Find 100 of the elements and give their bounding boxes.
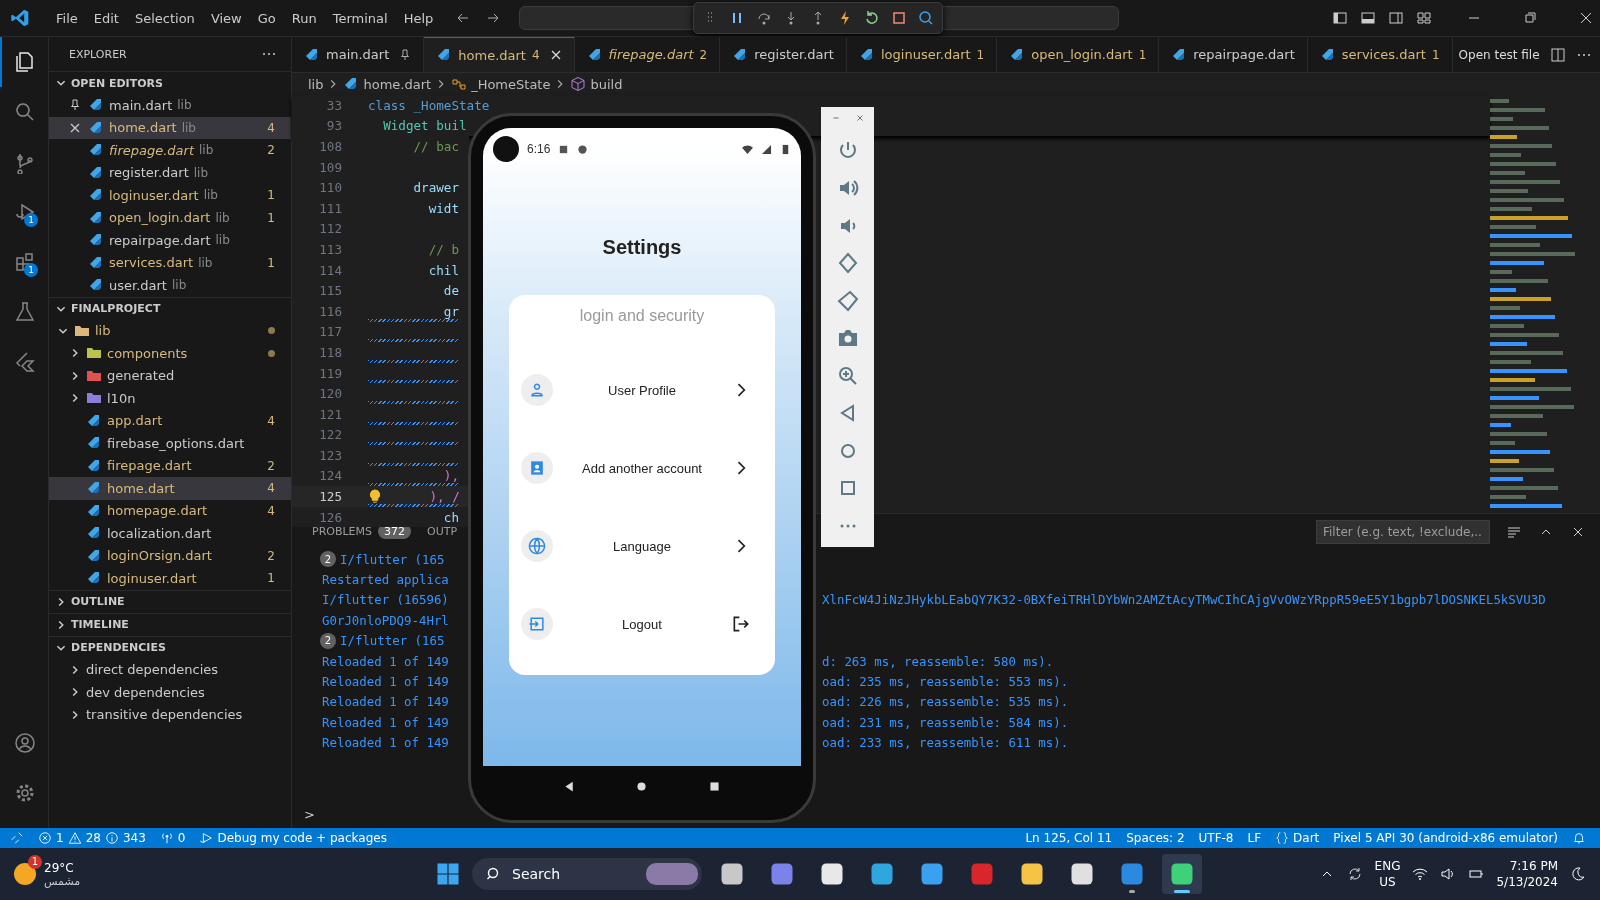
menu-item[interactable]: Terminal bbox=[324, 10, 396, 26]
tree-item[interactable]: direct dependencies bbox=[49, 658, 291, 681]
breadcrumb-item[interactable]: lib bbox=[308, 76, 324, 92]
editor-tab[interactable]: open_login.dart 1 bbox=[997, 37, 1160, 72]
weather-condition[interactable]: مشمس bbox=[44, 874, 81, 888]
editor-tab[interactable]: repairpage.dart bbox=[1159, 37, 1308, 72]
inspect-icon[interactable] bbox=[918, 10, 935, 26]
temperature-text[interactable]: 29°C bbox=[44, 860, 74, 875]
search-field[interactable]: Search bbox=[510, 865, 624, 883]
input-language[interactable]: ENG bbox=[1374, 858, 1401, 874]
console-prompt[interactable]: > bbox=[292, 807, 1600, 828]
status-item[interactable]: LF bbox=[1247, 831, 1262, 845]
editor-tab[interactable]: home.dart 4 bbox=[424, 37, 575, 72]
close-icon[interactable] bbox=[549, 49, 562, 61]
editor-tab[interactable]: services.dart 1 bbox=[1307, 37, 1453, 72]
tree-item[interactable]: l10n bbox=[49, 387, 291, 410]
editor-tab[interactable]: register.dart bbox=[720, 37, 847, 72]
settings-row[interactable]: Add another account bbox=[509, 429, 775, 507]
editor-tab[interactable]: firepage.dart 2 bbox=[574, 37, 721, 72]
menu-item[interactable]: Run bbox=[283, 10, 325, 26]
lightbulb-icon[interactable] bbox=[369, 489, 381, 505]
bell-icon[interactable] bbox=[1572, 831, 1586, 845]
settings-row[interactable]: Language bbox=[509, 507, 775, 585]
layout-split-icon[interactable] bbox=[1388, 10, 1404, 26]
settings-row[interactable]: Logout bbox=[509, 585, 775, 663]
tree-item[interactable]: generated bbox=[49, 364, 291, 387]
menu-item[interactable]: Go bbox=[249, 10, 284, 26]
close-icon[interactable] bbox=[1578, 10, 1594, 26]
open-editor-item[interactable]: register.dart lib bbox=[49, 161, 291, 184]
clock-date[interactable]: 5/13/2024 bbox=[1496, 874, 1558, 890]
editor-tab[interactable]: loginuser.dart 1 bbox=[846, 37, 998, 72]
section-header[interactable]: DEPENDENCIES bbox=[49, 635, 291, 659]
menu-item[interactable]: View bbox=[202, 10, 250, 26]
breadcrumb-item[interactable]: _HomeState bbox=[471, 76, 551, 92]
open-editor-item[interactable]: home.dart lib 4 bbox=[49, 116, 291, 139]
split-editor-icon[interactable] bbox=[1549, 46, 1566, 63]
status-item[interactable]: Ln 125, Col 11 bbox=[1025, 831, 1113, 845]
tree-item[interactable]: lib bbox=[49, 319, 291, 342]
menu-item[interactable]: Edit bbox=[85, 10, 127, 26]
open-editor-item[interactable]: open_login.dart lib 1 bbox=[49, 206, 291, 229]
tree-item[interactable]: home.dart 4 bbox=[49, 477, 291, 500]
tree-item[interactable]: loginuser.dart 1 bbox=[49, 567, 291, 590]
restart-icon[interactable] bbox=[864, 10, 881, 26]
sync-icon[interactable] bbox=[1346, 866, 1363, 882]
open-test-file-link[interactable]: Open test file bbox=[1458, 47, 1540, 62]
back-icon[interactable] bbox=[562, 779, 576, 793]
tree-item[interactable]: dev dependencies bbox=[49, 681, 291, 704]
breadcrumb-item[interactable]: build bbox=[590, 76, 623, 92]
debug-config-label[interactable]: Debug my code + packages bbox=[217, 831, 387, 845]
panel-tab[interactable]: OUTP bbox=[427, 525, 458, 538]
wifi-icon[interactable] bbox=[1412, 866, 1429, 882]
status-item[interactable]: UTF-8 bbox=[1198, 831, 1234, 845]
input-language[interactable]: US bbox=[1379, 874, 1396, 890]
moon-icon[interactable] bbox=[1570, 866, 1586, 882]
panel-tab[interactable]: PROBLEMS 372 bbox=[312, 524, 412, 539]
tree-item[interactable]: app.dart 4 bbox=[49, 409, 291, 432]
section-header[interactable]: OPEN EDITORS bbox=[49, 71, 291, 94]
clock-time[interactable]: 7:16 PM bbox=[1509, 858, 1558, 874]
layout-sidebar-icon[interactable] bbox=[1332, 10, 1348, 26]
language-mode[interactable]: Dart bbox=[1293, 831, 1320, 845]
breadcrumb-item[interactable]: home.dart bbox=[363, 76, 432, 92]
menu-item[interactable]: Selection bbox=[126, 10, 203, 26]
recents-icon[interactable] bbox=[708, 779, 722, 793]
error-count[interactable]: 1 bbox=[56, 831, 64, 845]
section-header[interactable]: TIMELINE bbox=[49, 612, 291, 636]
filter-field[interactable]: Filter (e.g. text, !exclude,... bbox=[1316, 519, 1490, 544]
tree-item[interactable]: components bbox=[49, 342, 291, 365]
home-icon[interactable] bbox=[635, 779, 649, 793]
open-editor-item[interactable]: firepage.dart lib 2 bbox=[49, 139, 291, 162]
tree-item[interactable]: loginOrsign.dart 2 bbox=[49, 544, 291, 567]
open-editor-item[interactable]: user.dart lib bbox=[49, 274, 291, 297]
open-editor-item[interactable]: repairpage.dart lib bbox=[49, 229, 291, 252]
pin-icon[interactable] bbox=[399, 48, 412, 61]
tree-item[interactable]: firebase_options.dart bbox=[49, 432, 291, 455]
stop-icon[interactable] bbox=[891, 10, 908, 26]
activity-button[interactable]: 1 bbox=[0, 237, 48, 287]
menu-item[interactable]: File bbox=[48, 10, 86, 26]
tree-item[interactable]: firepage.dart 2 bbox=[49, 454, 291, 477]
sun-icon[interactable] bbox=[14, 863, 36, 885]
tree-item[interactable]: homepage.dart 4 bbox=[49, 499, 291, 522]
maximize-icon[interactable] bbox=[1522, 10, 1538, 26]
layout-panel-icon[interactable] bbox=[1360, 10, 1376, 26]
port-count[interactable]: 0 bbox=[177, 831, 186, 845]
taskbar-app[interactable] bbox=[1162, 854, 1202, 894]
warning-count[interactable]: 28 bbox=[85, 831, 101, 845]
layout-grid-icon[interactable] bbox=[1416, 10, 1432, 26]
info-count[interactable]: 343 bbox=[122, 831, 146, 845]
section-header[interactable]: OUTLINE bbox=[49, 589, 291, 613]
step-over-icon[interactable] bbox=[756, 10, 773, 26]
open-editor-item[interactable]: loginuser.dart lib 1 bbox=[49, 184, 291, 207]
section-header[interactable]: FINALPROJECT bbox=[49, 296, 291, 320]
activity-button[interactable]: 1 bbox=[0, 187, 48, 237]
close-icon[interactable] bbox=[69, 121, 81, 134]
search-bar[interactable]: Search bbox=[472, 858, 702, 890]
tree-item[interactable]: transitive dependencies bbox=[49, 703, 291, 726]
menu-item[interactable]: Help bbox=[395, 10, 442, 26]
open-editor-item[interactable]: services.dart lib 1 bbox=[49, 251, 291, 274]
status-item[interactable]: Pixel 5 API 30 (android-x86 emulator) bbox=[1333, 831, 1558, 845]
settings-row[interactable]: User Profile bbox=[509, 351, 775, 429]
pin-icon[interactable] bbox=[69, 99, 81, 112]
